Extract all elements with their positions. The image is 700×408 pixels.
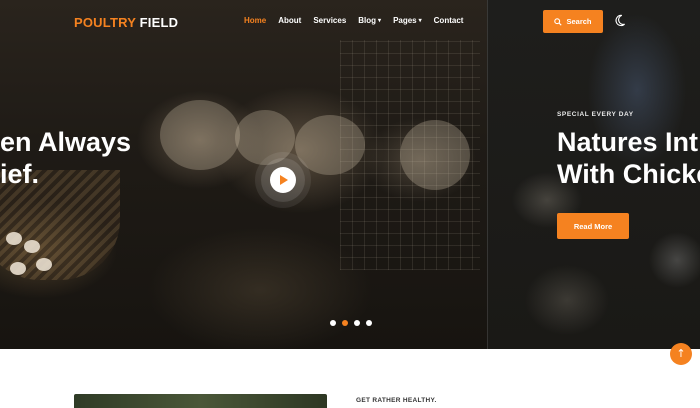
slide-divider (487, 0, 488, 349)
play-button-circle (270, 167, 296, 193)
arrow-up-icon: ↑ (676, 347, 686, 360)
egg (24, 240, 40, 253)
slider-dot-active[interactable] (342, 320, 348, 326)
site-logo[interactable]: POULTRY FIELD (74, 15, 178, 30)
back-to-top-button[interactable]: ↑ (670, 343, 692, 365)
egg (10, 262, 26, 275)
chevron-down-icon: ▾ (418, 18, 422, 24)
chicken (295, 115, 365, 175)
egg (36, 258, 52, 271)
nav-item-pages[interactable]: Pages ▾ (393, 16, 422, 25)
slider-dot[interactable] (366, 320, 372, 326)
egg (6, 232, 22, 245)
slider-dot[interactable] (354, 320, 360, 326)
nav-label: Home (244, 16, 267, 25)
nav-item-home[interactable]: Home (244, 16, 266, 25)
nav-label: About (278, 16, 302, 25)
hero-eyebrow: SPECIAL EVERY DAY (557, 111, 634, 118)
nav-item-about[interactable]: About (278, 16, 301, 25)
nav-label: Services (313, 16, 347, 25)
nav-item-contact[interactable]: Contact (434, 16, 464, 25)
about-eyebrow: GET RATHER HEALTHY. (356, 397, 437, 404)
prev-slide-title-line-1: en Always (0, 127, 132, 157)
play-icon (280, 175, 288, 185)
about-image (74, 394, 327, 408)
main-nav: Home About Services Blog ▾ Pages ▾ Contact (244, 16, 463, 25)
hero-title-line-2: With Chicke (557, 159, 700, 189)
chevron-down-icon: ▾ (378, 18, 382, 24)
read-more-button[interactable]: Read More (557, 213, 629, 239)
chicken (235, 110, 295, 165)
play-video-button[interactable] (261, 158, 305, 202)
search-label: Search (566, 17, 592, 26)
chicken (160, 100, 240, 170)
logo-part-1: POULTRY (74, 15, 136, 30)
nav-label: Contact (433, 16, 464, 25)
prev-slide-title: en Always ief. (0, 126, 131, 190)
nav-label: Blog (358, 16, 377, 25)
moon-icon[interactable] (613, 14, 626, 27)
search-icon (554, 17, 563, 26)
hero-title: Natures Int With Chicke (557, 126, 700, 190)
nav-label: Pages (393, 16, 417, 25)
hero-title-line-1: Natures Int (557, 127, 699, 157)
chicken (400, 120, 470, 190)
nav-item-blog[interactable]: Blog ▾ (358, 16, 381, 25)
prev-slide-title-line-2: ief. (0, 159, 40, 189)
logo-part-2: FIELD (135, 15, 179, 30)
nav-item-services[interactable]: Services (313, 16, 346, 25)
search-button[interactable]: Search (543, 10, 603, 33)
slider-pagination (330, 320, 372, 326)
slider-dot[interactable] (330, 320, 336, 326)
site-header: POULTRY FIELD Home About Services Blog ▾ … (0, 0, 700, 42)
